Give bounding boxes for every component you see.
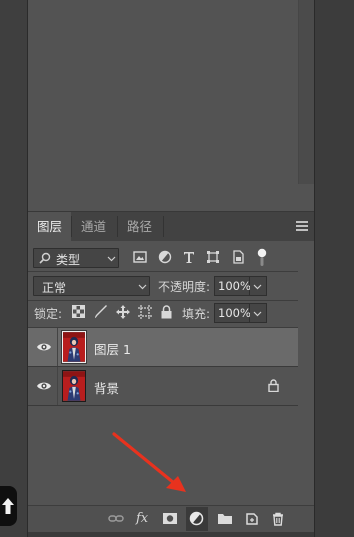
image-filter-icon[interactable] [133,250,149,266]
fill-dropdown[interactable] [250,303,267,323]
smart-object-filter-icon[interactable] [231,250,247,266]
right-divider [314,0,315,537]
filter-kind-select[interactable]: 类型 [33,248,119,268]
new-group-icon[interactable] [217,511,233,527]
tab-channels[interactable]: 通道 [72,212,115,241]
layers-panel-tabbar: 图层 通道 路径 [28,211,314,241]
tab-layers[interactable]: 图层 [28,212,72,241]
link-layers-icon[interactable] [108,511,124,527]
type-filter-icon[interactable] [182,250,198,266]
row-divider [57,367,58,405]
lock-artboard-icon[interactable] [138,305,152,319]
layer-row-layer1[interactable]: 图层 1 [28,328,298,366]
lock-image-pixels-icon[interactable] [94,305,108,319]
left-dock-strip [0,0,28,537]
opacity-label: 不透明度: [158,280,211,294]
tab-divider [163,216,164,237]
filter-toggle-switch[interactable] [257,248,267,268]
fill-label: 填充: [182,307,211,321]
layers-panel-body: 类型 正常 不透明度: 100% 锁定: 填充: 100% 图层 1 背景 [28,241,314,505]
upload-widget[interactable] [0,486,17,526]
layer-thumbnail [62,331,86,363]
tab-paths[interactable]: 路径 [118,212,161,241]
layer-lock-icon [268,379,279,392]
upload-arrow-icon [2,498,14,514]
search-icon [39,252,51,264]
fx-icon[interactable]: fx [136,511,148,526]
lock-transparent-pixels-icon[interactable] [72,305,86,319]
chevron-down-icon [253,284,262,290]
row-divider [57,328,58,366]
upper-panel-area [28,0,298,184]
lock-label: 锁定: [34,307,63,321]
new-layer-icon[interactable] [244,511,260,527]
shape-filter-icon[interactable] [206,250,222,266]
delete-icon[interactable] [270,511,286,527]
visibility-eye-icon[interactable] [36,341,52,353]
layer-row-background[interactable]: 背景 [28,367,298,405]
layer-name[interactable]: 背景 [94,378,119,397]
blend-mode-select[interactable]: 正常 [33,276,150,296]
bottom-edge [28,532,314,537]
blend-mode-value: 正常 [42,281,67,295]
panel-menu-icon[interactable] [296,221,308,231]
lock-all-icon[interactable] [160,305,174,319]
layers-bottom-toolbar: fx [28,505,314,532]
opacity-input[interactable]: 100% [214,276,251,296]
upper-panel-scrollbar[interactable] [298,0,314,184]
panel-gap [28,184,314,211]
divider [28,300,298,301]
chevron-down-icon [107,256,116,262]
chevron-down-icon [253,311,262,317]
add-mask-icon[interactable] [162,511,178,527]
right-dock-strip [314,0,354,537]
divider [28,405,298,406]
filter-kind-label: 类型 [56,253,81,267]
divider [28,271,298,272]
adjustment-filter-icon[interactable] [158,250,174,266]
opacity-dropdown[interactable] [250,276,267,296]
lock-position-icon[interactable] [116,305,130,319]
visibility-eye-icon[interactable] [36,380,52,392]
adjustment-layer-icon[interactable] [186,507,208,531]
layer-name[interactable]: 图层 1 [94,339,131,358]
layer-thumbnail [62,370,86,402]
fill-input[interactable]: 100% [214,303,251,323]
chevron-down-icon [138,284,147,290]
photoshop-workspace: 图层 通道 路径 类型 正常 不透明度: 100% 锁定: 填充: 100% 图… [0,0,354,537]
